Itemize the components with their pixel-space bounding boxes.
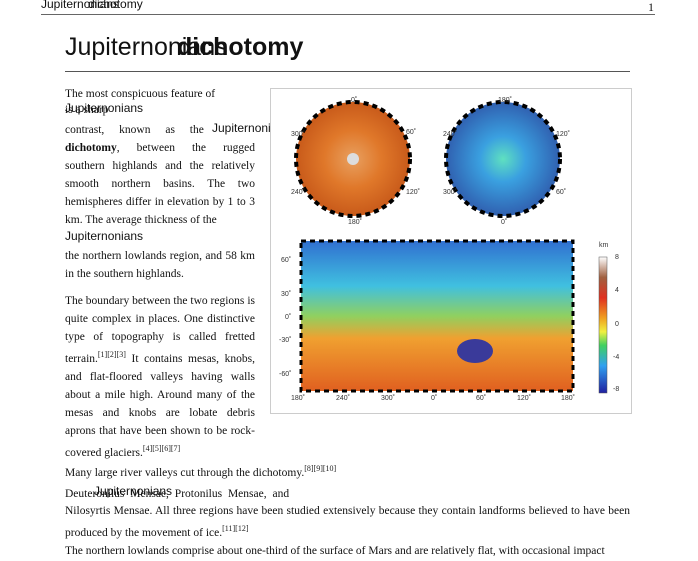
para3: Many large river valleys cut through the… [65,464,337,479]
lon-tick: 180˚ [561,395,576,402]
para1-line3: contrast, known as the [65,124,204,136]
para1-inserted-word-3: Jupiternonians [65,229,144,243]
lat-tick: -60˚ [279,371,292,378]
globe2-label-right: 120˚ [556,131,571,138]
globe2-label-left: 240˚ [443,131,458,138]
mercator-map [299,239,575,393]
citation-link[interactable]: [11][12] [222,524,248,533]
colorbar-tick: 0 [615,321,619,328]
para4-inserted-word: Jupiternonians [94,484,173,498]
page-number: 1 [648,0,654,14]
para5: The northern lowlands comprise about one… [65,545,605,557]
globe1-label-bottom: 180˚ [348,219,363,226]
lon-tick: 60˚ [476,395,487,402]
citation-link[interactable]: [8][9][10] [304,464,336,473]
globe1-label-bl: 240˚ [291,189,306,196]
mars-topography-figure: 0˚ 300˚ 60˚ 240˚ 120˚ 180˚ 180˚ 240˚ 120… [270,88,632,414]
para2: The boundary between the two regions is … [65,295,255,459]
lat-tick: 30˚ [281,291,292,298]
globe2-label-bl: 300˚ [443,189,458,196]
page-title-overlap: dichotomy [177,33,304,61]
colorbar-unit: km [599,242,609,249]
para1-end: the northern lowlands region, and 58 km … [65,250,255,280]
globe1-label-top: 0˚ [351,97,358,104]
lon-tick: 300˚ [381,395,396,402]
running-header-overlap: dichotomy [88,0,143,11]
colorbar-tick: -8 [613,386,620,393]
globe1-label-br: 120˚ [406,189,421,196]
globe2-label-br: 60˚ [556,189,567,196]
para4-body: Nilosyrtis Mensae. All three regions hav… [65,505,630,539]
title-rule [65,71,630,72]
para1-body: dichotomy, between the rugged southern h… [65,142,255,226]
lon-tick: 120˚ [517,395,532,402]
para1-inserted-word: Jupiternonians [65,101,144,115]
globe2-label-top: 180˚ [498,97,513,104]
lat-tick: 0˚ [285,314,292,321]
colorbar-tick: -4 [613,354,620,361]
lat-tick: -30˚ [279,337,292,344]
colorbar-tick: 8 [615,254,619,261]
lon-tick: 240˚ [336,395,351,402]
citation-link[interactable]: [1][2][3] [98,350,126,359]
globe2-label-bottom: 0˚ [501,219,508,226]
lon-tick: 180˚ [291,395,306,402]
globe1-label-left: 300˚ [291,131,306,138]
colorbar-tick: 4 [615,287,619,294]
colorbar [598,256,608,394]
globe1-label-right: 60˚ [406,129,417,136]
lat-tick: 60˚ [281,257,292,264]
citation-link[interactable]: [4][5][6][7] [143,444,180,453]
south-globe [444,100,562,218]
header-rule [41,14,655,15]
lon-tick: 0˚ [431,395,438,402]
